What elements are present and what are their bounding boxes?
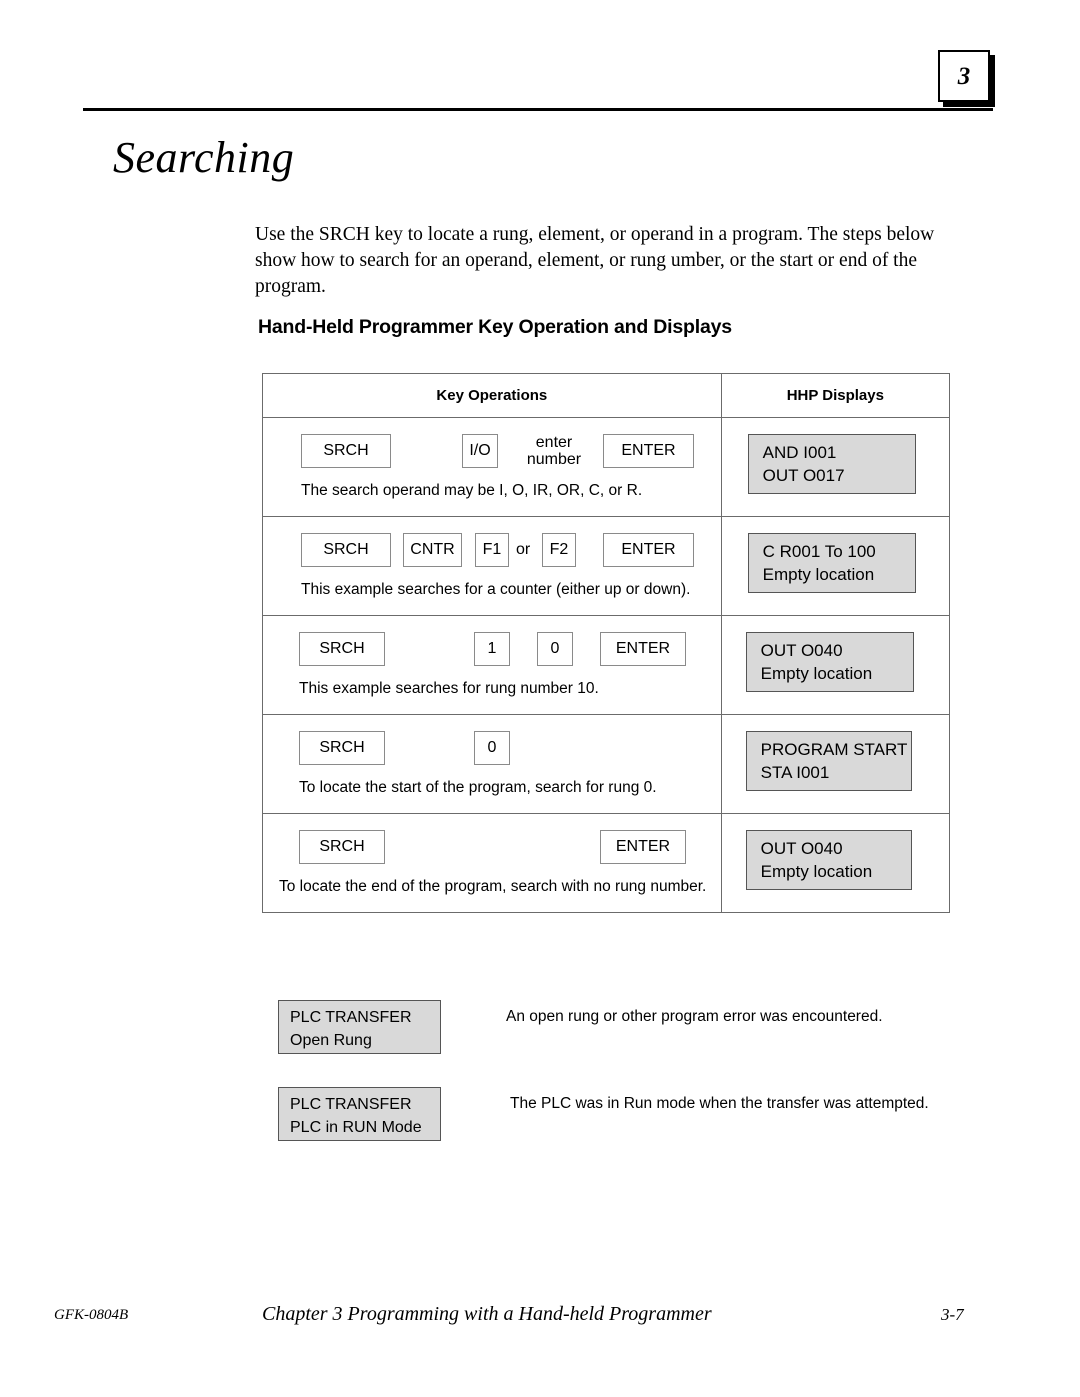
table-row: SRCH CNTR F1 or F2 ENTER This example se… [263, 517, 949, 616]
hhp-display-line-2: STA I001 [760, 763, 830, 782]
page-title: Searching [113, 133, 295, 182]
hhp-display-line-2: OUT O017 [762, 466, 845, 485]
message-row: PLC TRANSFER Open Rung An open rung or o… [278, 1000, 978, 1058]
key-button-srch[interactable]: SRCH [299, 731, 385, 765]
intro-paragraph: Use the SRCH key to locate a rung, eleme… [255, 224, 935, 297]
table-row: SRCH ENTER To locate the end of the prog… [263, 814, 949, 912]
message-row: PLC TRANSFER PLC in RUN Mode The PLC was… [278, 1087, 978, 1145]
key-sequence-conjunction: or [516, 541, 531, 558]
table-row: SRCH 0 To locate the start of the progra… [263, 715, 949, 814]
table-header-row: Key Operations HHP Displays [263, 374, 949, 418]
hhp-display-box: PROGRAM START STA I001 [745, 731, 912, 791]
message-description: An open rung or other program error was … [506, 1008, 883, 1025]
hhp-display-box: OUT O040 Empty location [745, 830, 912, 890]
key-sequence-note-line2: number [526, 451, 582, 468]
chapter-number-text: 3 [957, 62, 971, 90]
hhp-display-cell: OUT O040 Empty location [722, 814, 949, 912]
key-button-srch[interactable]: SRCH [301, 434, 391, 468]
key-operations-cell: SRCH 0 To locate the start of the progra… [263, 715, 722, 813]
table-header-cell-key-operations: Key Operations [263, 374, 722, 417]
section-heading: Hand-Held Programmer Key Operation and D… [258, 316, 732, 338]
hhp-display-line-2: Empty location [760, 664, 873, 683]
key-button-enter[interactable]: ENTER [600, 830, 686, 864]
hhp-message-line-1: PLC TRANSFER [290, 1009, 412, 1026]
table-row: SRCH 1 0 ENTER This example searches for… [263, 616, 949, 715]
hhp-display-line-1: C R001 To 100 [762, 542, 876, 561]
key-button-digit-0[interactable]: 0 [537, 632, 573, 666]
hhp-display-line-1: OUT O040 [760, 641, 843, 660]
message-description: The PLC was in Run mode when the transfe… [510, 1095, 929, 1112]
key-button-f2[interactable]: F2 [542, 533, 576, 567]
key-button-enter[interactable]: ENTER [603, 533, 694, 567]
key-sequence: SRCH CNTR F1 or F2 ENTER [263, 533, 721, 577]
hhp-display-box: C R001 To 100 Empty location [747, 533, 916, 593]
hhp-message-box: PLC TRANSFER Open Rung [278, 1000, 441, 1054]
hhp-display-cell: PROGRAM START STA I001 [722, 715, 949, 813]
key-button-srch[interactable]: SRCH [299, 830, 385, 864]
key-sequence-note-line1: enter [535, 434, 573, 451]
key-operations-cell: SRCH ENTER To locate the end of the prog… [263, 814, 722, 912]
column-header-key-operations: Key Operations [436, 387, 548, 404]
key-sequence-note: enter number [521, 434, 587, 468]
row-caption: This example searches for a counter (eit… [301, 581, 691, 598]
chapter-number-badge: 3 [938, 50, 990, 102]
key-operations-cell: SRCH 1 0 ENTER This example searches for… [263, 616, 722, 714]
row-caption: The search operand may be I, O, IR, OR, … [301, 482, 643, 499]
key-button-cntr[interactable]: CNTR [403, 533, 462, 567]
key-sequence: SRCH 1 0 ENTER [263, 632, 721, 676]
hhp-display-cell: OUT O040 Empty location [722, 616, 949, 714]
footer-page-number: 3-7 [941, 1305, 964, 1324]
footer-chapter-title: Chapter 3 Programming with a Hand-held P… [262, 1303, 712, 1325]
hhp-display-line-1: AND I001 [762, 443, 837, 462]
row-caption: To locate the end of the program, search… [279, 878, 707, 895]
key-button-f1[interactable]: F1 [475, 533, 509, 567]
key-sequence: SRCH 0 [263, 731, 721, 775]
footer-document-id: GFK-0804B [54, 1307, 129, 1323]
hhp-display-box: AND I001 OUT O017 [747, 434, 916, 494]
hhp-message-line-2: Open Rung [290, 1032, 372, 1049]
key-operations-cell: SRCH I/O enter number ENTER The search o… [263, 418, 722, 516]
hhp-message-line-1: PLC TRANSFER [290, 1096, 412, 1113]
key-operations-table: Key Operations HHP Displays SRCH I/O ent… [262, 373, 950, 913]
table-header-cell-hhp-displays: HHP Displays [722, 374, 949, 417]
key-sequence: SRCH I/O enter number ENTER [263, 434, 721, 478]
hhp-display-line-2: Empty location [762, 565, 875, 584]
key-button-enter[interactable]: ENTER [603, 434, 694, 468]
hhp-display-box: OUT O040 Empty location [745, 632, 914, 692]
row-caption: This example searches for rung number 10… [299, 680, 599, 697]
row-caption: To locate the start of the program, sear… [299, 779, 657, 796]
hhp-message-line-2: PLC in RUN Mode [290, 1119, 422, 1136]
hhp-display-line-2: Empty location [760, 862, 873, 881]
key-button-enter[interactable]: ENTER [600, 632, 686, 666]
key-button-srch[interactable]: SRCH [299, 632, 385, 666]
header-divider-rule [83, 108, 993, 111]
hhp-display-cell: AND I001 OUT O017 [722, 418, 949, 516]
key-button-io[interactable]: I/O [462, 434, 498, 468]
key-sequence: SRCH ENTER [263, 830, 721, 874]
hhp-display-cell: C R001 To 100 Empty location [722, 517, 949, 615]
hhp-message-box: PLC TRANSFER PLC in RUN Mode [278, 1087, 441, 1141]
column-header-hhp-displays: HHP Displays [786, 387, 884, 404]
hhp-display-line-1: OUT O040 [760, 839, 843, 858]
key-operations-cell: SRCH CNTR F1 or F2 ENTER This example se… [263, 517, 722, 615]
key-button-srch[interactable]: SRCH [301, 533, 391, 567]
table-row: SRCH I/O enter number ENTER The search o… [263, 418, 949, 517]
hhp-display-line-1: PROGRAM START [760, 740, 908, 759]
key-button-digit-1[interactable]: 1 [474, 632, 510, 666]
key-button-digit-0[interactable]: 0 [474, 731, 510, 765]
